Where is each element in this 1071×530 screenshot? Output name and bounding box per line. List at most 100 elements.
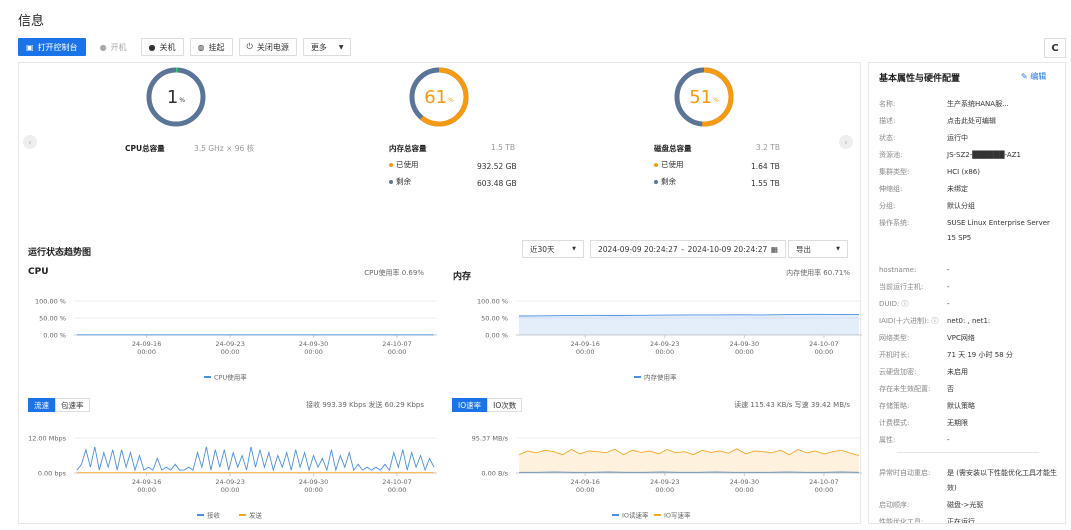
export-select[interactable]: 导出 ▼ <box>788 240 848 258</box>
property-row: 开机时长: 71 天 19 小时 58 分 <box>879 348 1059 363</box>
tab-flow-rate[interactable]: 流速 <box>28 398 55 412</box>
property-value: - <box>947 266 950 274</box>
property-row: DUID: ⓘ - <box>879 297 1059 312</box>
end-date: 2024-10-09 20:24:27 <box>687 244 768 254</box>
suspend-button[interactable]: ◍ 挂起 <box>189 38 233 56</box>
property-key: 状态: <box>879 134 896 142</box>
cpu-chart-title: CPU <box>28 267 49 277</box>
property-value[interactable]: 点击此处可编辑 <box>947 114 1059 129</box>
date-range-picker[interactable]: 2024-09-09 20:24:27-2024-10-09 20:24:27 ▦ <box>590 240 786 258</box>
tab-packet-rate[interactable]: 包速率 <box>55 398 90 412</box>
property-row: 当前运行主机: - <box>879 280 1059 295</box>
power-on-button[interactable]: ● 开机 <box>91 38 135 56</box>
property-key: 性能优化工具: <box>879 518 924 524</box>
disk-free-value: 1.55 TB <box>751 179 780 188</box>
property-value: 无期限 <box>947 419 968 427</box>
property-row: 网络类型: VPC网络 <box>879 331 1059 346</box>
property-key: 网络类型: <box>879 334 910 342</box>
y-tick-label: 100.00 % <box>35 298 66 306</box>
property-key: 伸缩组: <box>879 185 903 193</box>
x-tick-label: 00:00 <box>576 348 595 356</box>
edit-button[interactable]: ✎ 编辑 <box>1021 71 1046 82</box>
start-date: 2024-09-09 20:24:27 <box>598 244 678 254</box>
memory-chart: 100.00 %50.00 %0.00 %24-09-1600:0024-09-… <box>477 298 862 382</box>
x-tick-label: 24-09-23 <box>650 478 680 486</box>
property-value: 71 天 19 小时 58 分 <box>947 351 1013 359</box>
cpu-chart: 100.00 %50.00 %0.00 %24-09-1600:0024-09-… <box>35 298 437 382</box>
property-key: 计费模式: <box>879 419 910 427</box>
refresh-button[interactable]: C <box>1044 38 1066 58</box>
series-area <box>519 314 859 335</box>
power-icon: ⏻ <box>246 42 253 51</box>
tab-io-rate[interactable]: IO速率 <box>452 398 488 412</box>
tab-io-count[interactable]: IO次数 <box>487 398 523 412</box>
property-key: 分组: <box>879 202 896 210</box>
property-key: 描述: <box>879 117 896 125</box>
property-row: 属性: - <box>879 433 1059 448</box>
property-key: 启动顺序: <box>879 501 910 509</box>
open-console-button[interactable]: ▣ 打开控制台 <box>18 38 86 56</box>
x-tick-label: 24-09-23 <box>650 340 680 348</box>
property-row: hostname: - <box>879 263 1059 278</box>
property-value: 未绑定 <box>947 185 968 193</box>
property-key: 资源池: <box>879 151 903 159</box>
page-title: 信息 <box>18 14 45 29</box>
cpu-usage-summary: CPU使用率 0.69% <box>364 269 424 277</box>
property-key: 当前运行主机: <box>879 283 924 291</box>
property-key: 开机时长: <box>879 351 910 359</box>
chevron-right-icon: › <box>844 137 848 147</box>
property-key: DUID: ⓘ <box>879 300 909 308</box>
property-row: 存在未生效配置: 否 <box>879 382 1059 397</box>
property-row: 存储策略: 默认策略 <box>879 399 1059 414</box>
property-row: 名称: 生产系统HANA服... <box>879 97 1059 112</box>
network-chart: 12.00 Mbps0.00 bps24-09-1600:0024-09-230… <box>28 435 437 520</box>
x-tick-label: 00:00 <box>655 486 674 494</box>
x-tick-label: 00:00 <box>815 486 834 494</box>
calendar-icon: ▦ <box>770 244 778 254</box>
io-tabs: IO速率 IO次数 <box>452 398 523 412</box>
power-off-button[interactable]: ⏻ 关闭电源 <box>238 38 297 56</box>
more-dropdown[interactable]: 更多 ▼ <box>302 38 352 56</box>
property-key: 异常时自动重启: <box>879 469 931 477</box>
x-tick-label: 24-09-16 <box>570 340 600 348</box>
memory-capacity-label: 内存总容量 <box>389 144 427 153</box>
x-tick-label: 24-09-16 <box>132 340 162 348</box>
property-value: 默认策略 <box>947 402 975 410</box>
carousel-prev-button[interactable]: ‹ <box>23 135 37 149</box>
legend-label: 接收 <box>207 511 221 520</box>
x-tick-label: 24-10-07 <box>809 340 839 348</box>
range-select[interactable]: 近30天 ▼ <box>522 240 584 258</box>
network-tabs: 流速 包速率 <box>28 398 90 412</box>
property-row: 启动顺序: 磁盘->光驱 <box>879 498 1059 513</box>
x-tick-label: 24-09-23 <box>215 340 245 348</box>
property-key: 云硬盘加密: <box>879 368 917 376</box>
x-tick-label: 00:00 <box>576 486 595 494</box>
y-tick-label: 100.00 % <box>477 298 508 306</box>
shutdown-button[interactable]: ● 关机 <box>140 38 184 56</box>
memory-gauge: 61% <box>408 66 470 128</box>
network-summary: 接收 993.39 Kbps 发送 60.29 Kbps <box>306 401 424 409</box>
cpu-capacity-value: 3.5 GHz × 96 核 <box>194 144 255 153</box>
io-summary: 读速 115.43 KB/s 写速 39.42 MB/s <box>734 401 850 409</box>
caret-down-icon: ▼ <box>836 246 840 252</box>
disk-used-label: 已使用 <box>654 159 684 170</box>
pause-icon: ◍ <box>197 42 205 52</box>
divider <box>897 452 1039 453</box>
property-row: 计费模式: 无期限 <box>879 416 1059 431</box>
x-tick-label: 24-10-07 <box>382 478 412 486</box>
property-value: 正在运行 <box>947 518 975 524</box>
property-value: 磁盘->光驱 <box>947 501 984 509</box>
free-dot-icon <box>389 180 393 184</box>
y-tick-label: 0.00 B/s <box>481 470 508 478</box>
io-chart: 95.37 MB/s0.00 B/s24-09-1600:0024-09-230… <box>472 435 862 520</box>
x-tick-label: 24-09-30 <box>730 478 760 486</box>
memory-free-value: 603.48 GB <box>477 179 517 188</box>
x-tick-label: 24-09-30 <box>730 340 760 348</box>
chevron-left-icon: ‹ <box>28 137 32 147</box>
property-value: 否 <box>947 385 954 393</box>
carousel-next-button[interactable]: › <box>839 135 853 149</box>
properties-title: 基本属性与硬件配置 <box>879 74 961 84</box>
property-row: 操作系统: SUSE Linux Enterprise Server 15 SP5 <box>879 216 1059 246</box>
property-value: JS-SZ2-██████-AZ1 <box>947 151 1021 159</box>
property-key: 存储策略: <box>879 402 910 410</box>
